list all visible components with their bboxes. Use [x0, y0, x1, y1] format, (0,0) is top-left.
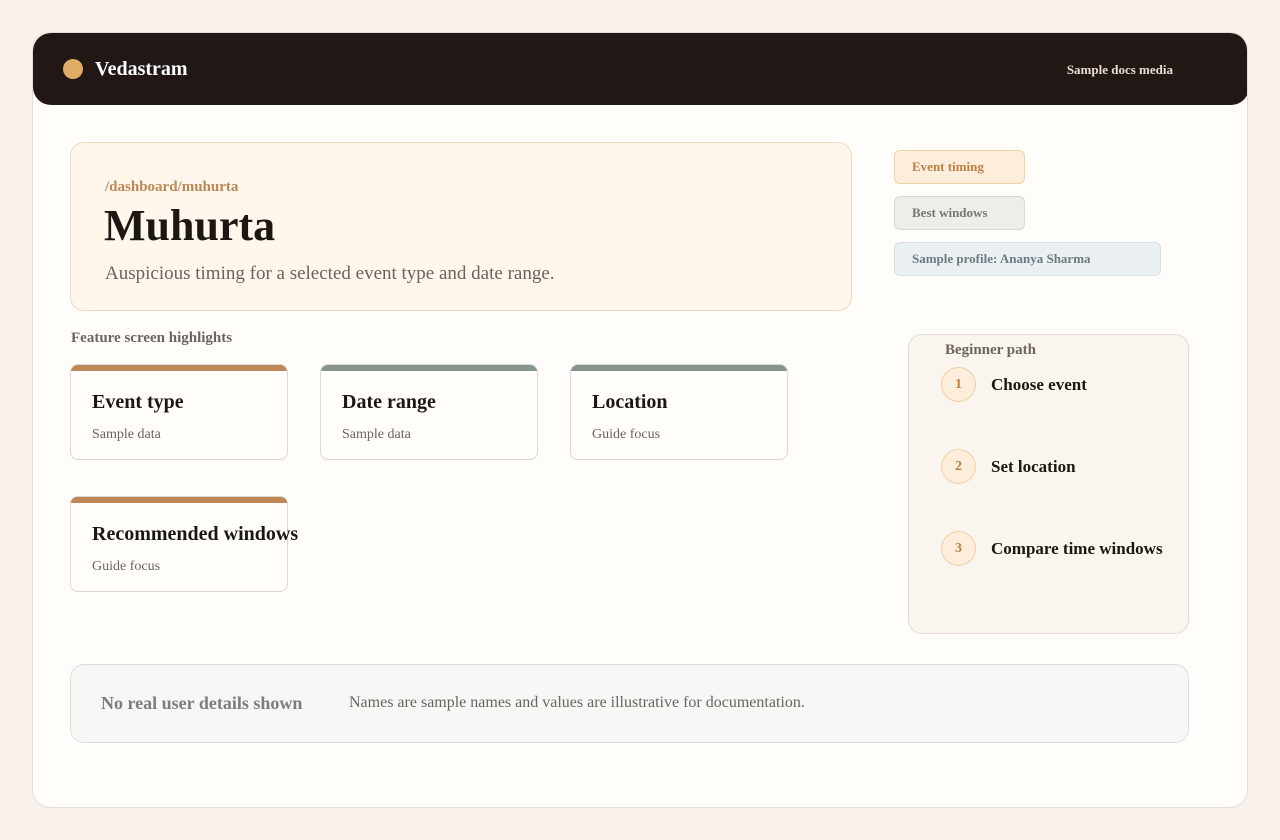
- card-subtitle: Sample data: [342, 427, 411, 442]
- highlights-section-label: Feature screen highlights: [71, 330, 233, 346]
- highlight-card-location[interactable]: Location Guide focus: [570, 364, 788, 460]
- step-number-badge: 3: [941, 531, 976, 566]
- page-header-card: /dashboard/muhurta Muhurta Auspicious ti…: [70, 142, 852, 311]
- page-title: Muhurta: [104, 201, 276, 250]
- notice-title: No real user details shown: [101, 693, 303, 713]
- step-number-badge: 1: [941, 367, 976, 402]
- card-accent-bar: [71, 365, 287, 371]
- highlight-card-date-range[interactable]: Date range Sample data: [320, 364, 538, 460]
- card-title: Location: [592, 391, 668, 413]
- card-accent-bar: [571, 365, 787, 371]
- card-accent-bar: [321, 365, 537, 371]
- brand-logo-icon: [63, 59, 83, 79]
- breadcrumb: /dashboard/muhurta: [105, 179, 239, 195]
- card-subtitle: Sample data: [92, 427, 161, 442]
- highlight-card-event-type[interactable]: Event type Sample data: [70, 364, 288, 460]
- card-title: Event type: [92, 391, 184, 413]
- step-label[interactable]: Compare time windows: [991, 538, 1163, 560]
- beginner-path-panel: Beginner path 1 Choose event 2 Set locat…: [908, 334, 1189, 634]
- card-title: Recommended windows: [92, 523, 299, 545]
- notice-text: Names are sample names and values are il…: [349, 694, 805, 711]
- highlight-card-recommended-windows[interactable]: Recommended windows Guide focus: [70, 496, 298, 592]
- step-number-badge: 2: [941, 449, 976, 484]
- card-title: Date range: [342, 391, 436, 413]
- app-window: Vedastram Sample docs media /dashboard/m…: [32, 32, 1248, 808]
- brand-name[interactable]: Vedastram: [95, 57, 188, 81]
- top-nav-bar: Vedastram Sample docs media: [33, 33, 1247, 105]
- privacy-notice: No real user details shown Names are sam…: [70, 664, 1189, 743]
- card-subtitle: Guide focus: [92, 559, 161, 574]
- step-label[interactable]: Choose event: [991, 374, 1087, 396]
- step-label[interactable]: Set location: [991, 456, 1076, 478]
- tag-event-timing[interactable]: Event timing: [894, 150, 1025, 184]
- tag-sample-profile[interactable]: Sample profile: Ananya Sharma: [894, 242, 1161, 276]
- card-accent-bar: [71, 497, 287, 503]
- sample-docs-link[interactable]: Sample docs media: [1067, 62, 1173, 78]
- tag-best-windows[interactable]: Best windows: [894, 196, 1025, 230]
- page-subtitle: Auspicious timing for a selected event t…: [105, 263, 555, 284]
- beginner-path-label: Beginner path: [945, 342, 1036, 358]
- card-subtitle: Guide focus: [592, 427, 661, 442]
